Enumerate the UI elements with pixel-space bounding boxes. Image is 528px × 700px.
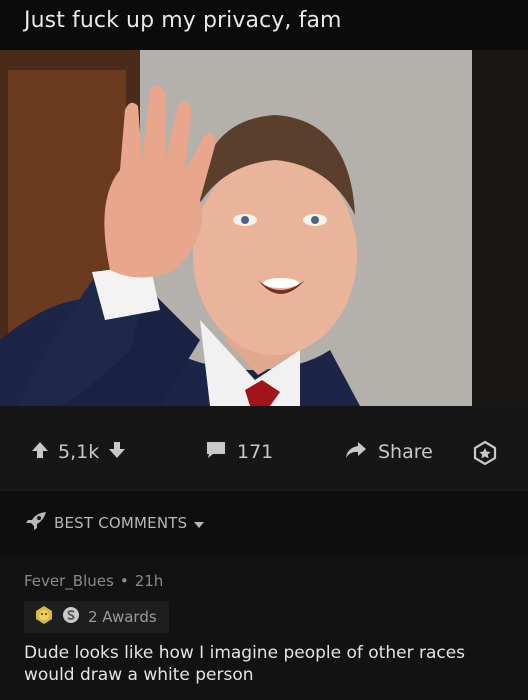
post-image[interactable]: [0, 50, 528, 406]
give-award-button[interactable]: [472, 440, 498, 470]
meta-separator: •: [119, 572, 129, 590]
award-icon: [473, 440, 497, 466]
share-button[interactable]: Share: [344, 440, 433, 464]
vote-controls: 5,1k: [30, 440, 127, 464]
post-title: Just fuck up my privacy, fam: [24, 8, 342, 33]
comment-count: 171: [237, 441, 274, 463]
comment-body: Dude looks like how I imagine people of …: [24, 643, 466, 685]
share-arrow-icon: [344, 440, 368, 464]
comments-button[interactable]: 171: [205, 440, 273, 464]
sort-label: BEST COMMENTS: [54, 514, 188, 532]
downvote-arrow-icon[interactable]: [107, 440, 127, 464]
rocket-icon: [24, 510, 48, 536]
comment-age: 21h: [134, 572, 164, 590]
caret-down-icon: [193, 514, 205, 533]
silver-award-icon: [62, 606, 80, 628]
awards-label: 2 Awards: [88, 608, 157, 626]
vote-count: 5,1k: [58, 441, 100, 463]
upvote-arrow-icon[interactable]: [30, 440, 50, 464]
wholesome-award-icon: [34, 605, 54, 629]
comment-sort-button[interactable]: BEST COMMENTS: [24, 510, 205, 536]
comment-meta: Fever_Blues • 21h: [24, 572, 163, 590]
comment-author[interactable]: Fever_Blues: [24, 572, 114, 590]
post-photo-illustration: [0, 50, 528, 406]
speech-bubble-icon: [205, 440, 227, 464]
awards-pill[interactable]: 2 Awards: [24, 601, 169, 633]
share-label: Share: [378, 441, 433, 463]
